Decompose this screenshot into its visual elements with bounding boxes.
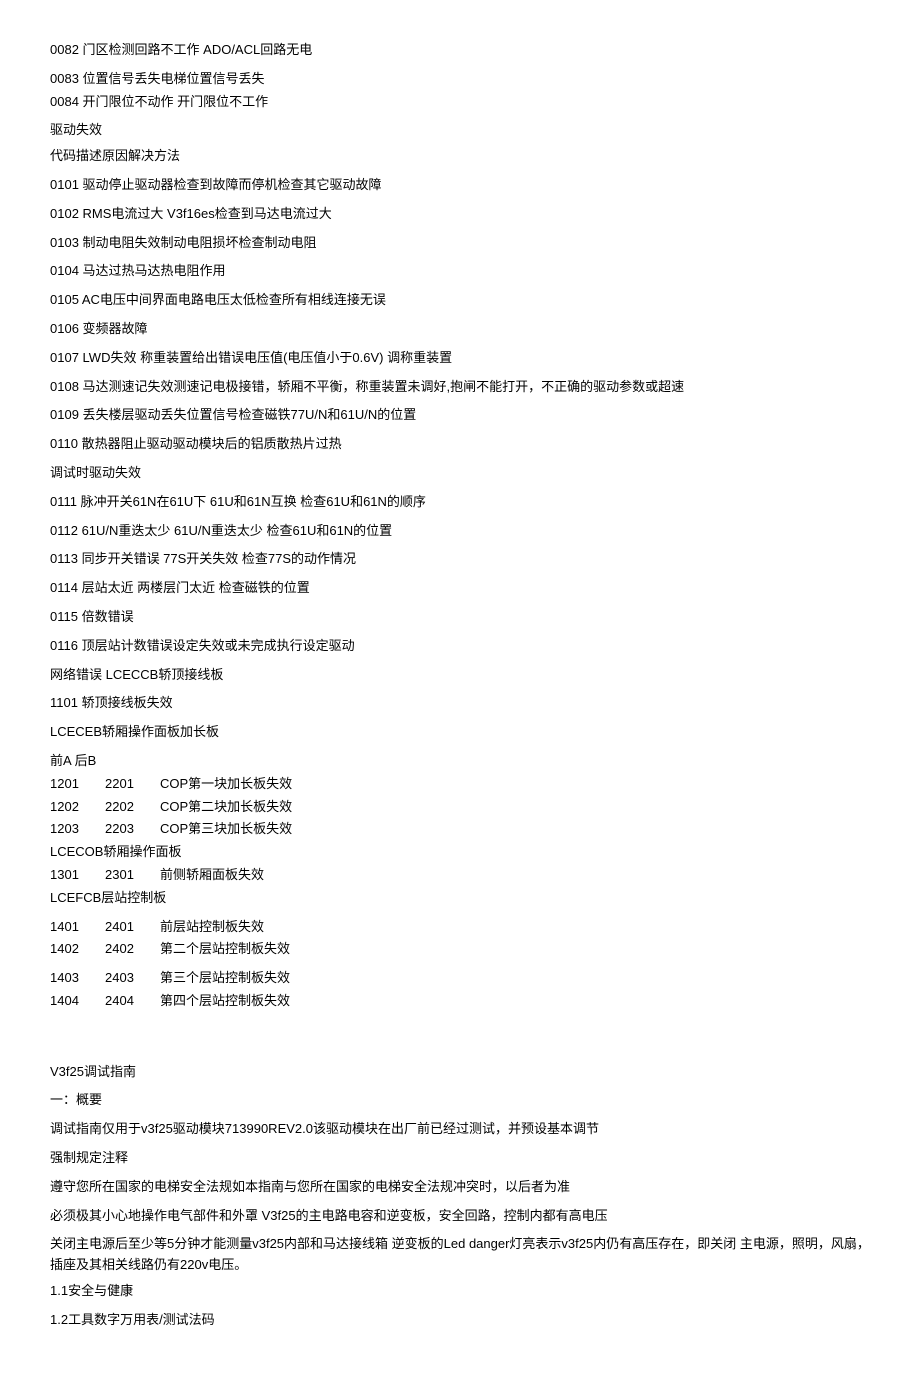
text-line: 0084 开门限位不动作 开门限位不工作: [50, 92, 870, 113]
code-b: 2301: [105, 865, 160, 886]
code-a: 1202: [50, 797, 105, 818]
text-line: LCEFCB层站控制板: [50, 888, 870, 909]
description: COP第三块加长板失效: [160, 819, 870, 840]
description: 第二个层站控制板失效: [160, 939, 870, 960]
table-row: 14032403第三个层站控制板失效: [50, 968, 870, 989]
code-a: 1301: [50, 865, 105, 886]
text-line: 强制规定注释: [50, 1148, 870, 1169]
description: COP第一块加长板失效: [160, 774, 870, 795]
text-line: 调试指南仅用于v3f25驱动模块713990REV2.0该驱动模块在出厂前已经过…: [50, 1119, 870, 1140]
code-a: 1402: [50, 939, 105, 960]
text-line: 0110 散热器阻止驱动驱动模块后的铝质散热片过热: [50, 434, 870, 455]
table-row: 12012201COP第一块加长板失效: [50, 774, 870, 795]
table-row: 14012401前层站控制板失效: [50, 917, 870, 938]
text-line: 驱动失效: [50, 120, 870, 141]
text-line: 0102 RMS电流过大 V3f16es检查到马达电流过大: [50, 204, 870, 225]
text-line: 关闭主电源后至少等5分钟才能测量v3f25内部和马达接线箱 逆变板的Led da…: [50, 1234, 870, 1276]
table-row: 12032203COP第三块加长板失效: [50, 819, 870, 840]
description: 第三个层站控制板失效: [160, 968, 870, 989]
code-a: 1403: [50, 968, 105, 989]
code-b: 2203: [105, 819, 160, 840]
table-row: 14042404第四个层站控制板失效: [50, 991, 870, 1012]
code-b: 2403: [105, 968, 160, 989]
text-line: 0111 脉冲开关61N在61U下 61U和61N互换 检查61U和61N的顺序: [50, 492, 870, 513]
text-line: 前A 后B: [50, 751, 870, 772]
text-line: LCECOB轿厢操作面板: [50, 842, 870, 863]
text-line: 0109 丢失楼层驱动丢失位置信号检查磁铁77U/N和61U/N的位置: [50, 405, 870, 426]
description: 第四个层站控制板失效: [160, 991, 870, 1012]
table-row: 14022402第二个层站控制板失效: [50, 939, 870, 960]
text-line: 0082 门区检测回路不工作 ADO/ACL回路无电: [50, 40, 870, 61]
code-b: 2202: [105, 797, 160, 818]
text-line: 一：概要: [50, 1090, 870, 1111]
text-line: LCECEB轿厢操作面板加长板: [50, 722, 870, 743]
text-line: 1.1安全与健康: [50, 1281, 870, 1302]
text-line: 0103 制动电阻失效制动电阻损坏检查制动电阻: [50, 233, 870, 254]
text-line: 0101 驱动停止驱动器检查到故障而停机检查其它驱动故障: [50, 175, 870, 196]
text-line: 0105 AC电压中间界面电路电压太低检查所有相线连接无误: [50, 290, 870, 311]
text-line: 代码描述原因解决方法: [50, 146, 870, 167]
code-a: 1401: [50, 917, 105, 938]
text-line: 0116 顶层站计数错误设定失效或未完成执行设定驱动: [50, 636, 870, 657]
text-line: V3f25调试指南: [50, 1062, 870, 1083]
code-b: 2402: [105, 939, 160, 960]
code-a: 1404: [50, 991, 105, 1012]
table-row: 13012301前侧轿厢面板失效: [50, 865, 870, 886]
code-a: 1201: [50, 774, 105, 795]
text-line: 1.2工具数字万用表/测试法码: [50, 1310, 870, 1331]
code-b: 2201: [105, 774, 160, 795]
text-line: 0108 马达测速记失效测速记电极接错，轿厢不平衡，称重装置未调好,抱闸不能打开…: [50, 377, 870, 398]
table-row: 12022202COP第二块加长板失效: [50, 797, 870, 818]
text-line: 0107 LWD失效 称重装置给出错误电压值(电压值小于0.6V) 调称重装置: [50, 348, 870, 369]
text-line: 必须极其小心地操作电气部件和外罩 V3f25的主电路电容和逆变板，安全回路，控制…: [50, 1206, 870, 1227]
text-line: 0106 变频器故障: [50, 319, 870, 340]
code-b: 2401: [105, 917, 160, 938]
text-line: 0112 61U/N重迭太少 61U/N重迭太少 检查61U和61N的位置: [50, 521, 870, 542]
document-content: 0082 门区检测回路不工作 ADO/ACL回路无电 0083 位置信号丢失电梯位…: [50, 40, 870, 1331]
text-line: 0083 位置信号丢失电梯位置信号丢失: [50, 69, 870, 90]
text-line: 0104 马达过热马达热电阻作用: [50, 261, 870, 282]
text-line: 调试时驱动失效: [50, 463, 870, 484]
code-b: 2404: [105, 991, 160, 1012]
description: 前侧轿厢面板失效: [160, 865, 870, 886]
text-line: 0113 同步开关错误 77S开关失效 检查77S的动作情况: [50, 549, 870, 570]
description: COP第二块加长板失效: [160, 797, 870, 818]
description: 前层站控制板失效: [160, 917, 870, 938]
text-line: 网络错误 LCECCB轿顶接线板: [50, 665, 870, 686]
text-line: 遵守您所在国家的电梯安全法规如本指南与您所在国家的电梯安全法规冲突时，以后者为准: [50, 1177, 870, 1198]
code-a: 1203: [50, 819, 105, 840]
text-line: 0115 倍数错误: [50, 607, 870, 628]
text-line: 0114 层站太近 两楼层门太近 检查磁铁的位置: [50, 578, 870, 599]
text-line: 1101 轿顶接线板失效: [50, 693, 870, 714]
